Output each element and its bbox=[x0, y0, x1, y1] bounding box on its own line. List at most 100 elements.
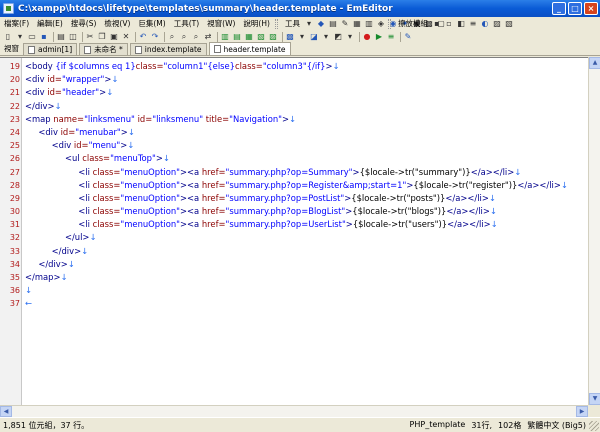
split-view-icon[interactable]: ▥ bbox=[220, 32, 230, 42]
split-vertical-icon[interactable]: ▦ bbox=[244, 32, 254, 42]
properties-icon[interactable]: ◩ bbox=[333, 32, 343, 42]
code-line[interactable]: 37 ← bbox=[0, 297, 588, 310]
code-token: "summary.php?op=Summary" bbox=[225, 166, 353, 177]
tab-admin[interactable]: admin[1] bbox=[23, 43, 78, 55]
menu-macros[interactable]: 巨集(M) bbox=[134, 17, 169, 30]
tool-icon-5[interactable]: ▥ bbox=[364, 19, 374, 29]
new-file-icon[interactable]: ▯ bbox=[3, 32, 13, 42]
toolbar-grip[interactable] bbox=[275, 18, 278, 29]
find-next-icon[interactable]: ⌕ bbox=[179, 32, 189, 42]
minimize-button[interactable]: _ bbox=[552, 2, 566, 15]
find-prev-icon[interactable]: ⌕ bbox=[191, 32, 201, 42]
tool-icon-1[interactable]: ◆ bbox=[316, 19, 326, 29]
code-line[interactable]: 26 <ul class="menuTop">↓ bbox=[0, 152, 588, 165]
line-number: 30 bbox=[9, 207, 20, 217]
line-text: <map name="linksmenu" id="linksmenu" tit… bbox=[25, 113, 296, 126]
code-line[interactable]: 30 <li class="menuOption"><a href="summa… bbox=[0, 205, 588, 218]
plugin-icon-7[interactable]: ▧ bbox=[504, 19, 514, 29]
tab-index-template[interactable]: index.template bbox=[129, 43, 207, 55]
line-text: <div id="header">↓ bbox=[25, 86, 113, 99]
code-line[interactable]: 36 ↓ bbox=[0, 284, 588, 297]
code-line[interactable]: 27 <li class="menuOption"><a href="summa… bbox=[0, 166, 588, 179]
vertical-scrollbar[interactable]: ▲ ▼ bbox=[588, 57, 600, 405]
macro-list-icon[interactable]: ≡ bbox=[386, 32, 396, 42]
menu-window[interactable]: 視窗(W) bbox=[203, 17, 239, 30]
emeditor-app-icon[interactable] bbox=[3, 3, 14, 14]
save-icon[interactable]: ▪ bbox=[39, 32, 49, 42]
plugin-icon-6[interactable]: ▨ bbox=[492, 19, 502, 29]
code-line[interactable]: 24 <div id="menubar">↓ bbox=[0, 126, 588, 139]
plugin-icon-4[interactable]: ≡ bbox=[468, 19, 478, 29]
code-line[interactable]: 35 </map>↓ bbox=[0, 271, 588, 284]
menu-search[interactable]: 搜尋(S) bbox=[67, 17, 101, 30]
code-line[interactable]: 21 <div id="header">↓ bbox=[0, 86, 588, 99]
print-icon[interactable]: ▤ bbox=[56, 32, 66, 42]
menu-edit[interactable]: 編輯(E) bbox=[33, 17, 67, 30]
undo-icon[interactable]: ↶ bbox=[138, 32, 148, 42]
code-token: {if $columns eq 1} bbox=[55, 61, 136, 71]
status-mode[interactable]: PHP_template bbox=[410, 420, 466, 431]
outline-icon[interactable]: ▧ bbox=[256, 32, 266, 42]
new-dropdown-icon[interactable]: ▾ bbox=[15, 32, 25, 42]
menu-view[interactable]: 檢視(V) bbox=[100, 17, 134, 30]
line-text: <div id="menu">↓ bbox=[25, 139, 135, 152]
copy-icon[interactable]: ❐ bbox=[97, 32, 107, 42]
find-icon[interactable]: ⌕ bbox=[167, 32, 177, 42]
cut-icon[interactable]: ✂ bbox=[85, 32, 95, 42]
tool-icon-2[interactable]: ▤ bbox=[328, 19, 338, 29]
code-line[interactable]: 25 <div id="menu">↓ bbox=[0, 139, 588, 152]
config-dropdown-icon[interactable]: ▾ bbox=[297, 32, 307, 42]
menu-file[interactable]: 檔案(F) bbox=[0, 17, 33, 30]
code-line[interactable]: 28 <li class="menuOption"><a href="summa… bbox=[0, 179, 588, 192]
replace-icon[interactable]: ⇄ bbox=[203, 32, 213, 42]
scroll-down-button[interactable]: ▼ bbox=[589, 393, 600, 405]
code-token: > bbox=[352, 166, 360, 177]
code-editor[interactable]: 19 <body {if $columns eq 1}class="column1… bbox=[0, 57, 588, 405]
word-wrap-icon[interactable]: ▨ bbox=[268, 32, 278, 42]
record-macro-icon[interactable]: ● bbox=[362, 32, 372, 42]
print-preview-icon[interactable]: ◫ bbox=[68, 32, 78, 42]
code-line[interactable]: 29 <li class="menuOption"><a href="summa… bbox=[0, 192, 588, 205]
paste-icon[interactable]: ▣ bbox=[109, 32, 119, 42]
code-line[interactable]: 34 </div>↓ bbox=[0, 258, 588, 271]
tool-icon-3[interactable]: ✎ bbox=[340, 19, 350, 29]
plugins-grip[interactable] bbox=[388, 18, 391, 29]
line-text: </div>↓ bbox=[25, 245, 89, 258]
menu-tools[interactable]: 工具(T) bbox=[170, 17, 203, 30]
font-icon[interactable]: ◪ bbox=[309, 32, 319, 42]
code-line[interactable]: 31 <li class="menuOption"><a href="summa… bbox=[0, 218, 588, 231]
horizontal-scrollbar[interactable]: ◀ ▶ bbox=[0, 405, 588, 417]
code-line[interactable]: 33 </div>↓ bbox=[0, 245, 588, 258]
tab-untitled[interactable]: 未命名 * bbox=[79, 43, 128, 55]
status-encoding[interactable]: 繁體中文 (Big5) bbox=[527, 420, 586, 431]
split-horizontal-icon[interactable]: ▤ bbox=[232, 32, 242, 42]
tab-header-template[interactable]: header.template bbox=[208, 42, 291, 55]
properties-dropdown-icon[interactable]: ▾ bbox=[345, 32, 355, 42]
tools-dropdown-icon[interactable]: ▾ bbox=[304, 19, 314, 29]
code-token: <a bbox=[187, 219, 202, 230]
tool-icon-4[interactable]: ▦ bbox=[352, 19, 362, 29]
code-line[interactable]: 23 <map name="linksmenu" id="linksmenu" t… bbox=[0, 113, 588, 126]
scroll-right-button[interactable]: ▶ bbox=[576, 406, 588, 417]
maximize-button[interactable]: □ bbox=[568, 2, 582, 15]
code-line[interactable]: 20 <div id="wrapper">↓ bbox=[0, 73, 588, 86]
plugin-icon-3[interactable]: ◧ bbox=[456, 19, 466, 29]
scroll-left-button[interactable]: ◀ bbox=[0, 406, 12, 417]
open-folder-icon[interactable]: ▭ bbox=[27, 32, 37, 42]
close-button[interactable]: × bbox=[584, 2, 598, 15]
code-line[interactable]: 22 </div>↓ bbox=[0, 100, 588, 113]
plugin-icon-1[interactable]: ▪ bbox=[432, 19, 442, 29]
run-macro-icon[interactable]: ▶ bbox=[374, 32, 384, 42]
scroll-up-button[interactable]: ▲ bbox=[589, 57, 600, 69]
delete-icon[interactable]: ✕ bbox=[121, 32, 131, 42]
plugin-icon-5[interactable]: ◐ bbox=[480, 19, 490, 29]
menu-help[interactable]: 說明(H) bbox=[239, 17, 274, 30]
tools-icon[interactable]: ✎ bbox=[403, 32, 413, 42]
config-icon[interactable]: ▩ bbox=[285, 32, 295, 42]
resize-grip[interactable] bbox=[589, 421, 599, 431]
redo-icon[interactable]: ↷ bbox=[150, 32, 160, 42]
code-line[interactable]: 19 <body {if $columns eq 1}class="column1… bbox=[0, 60, 588, 73]
code-line[interactable]: 32 </ul>↓ bbox=[0, 231, 588, 244]
font-dropdown-icon[interactable]: ▾ bbox=[321, 32, 331, 42]
plugin-icon-2[interactable]: ▫ bbox=[444, 19, 454, 29]
